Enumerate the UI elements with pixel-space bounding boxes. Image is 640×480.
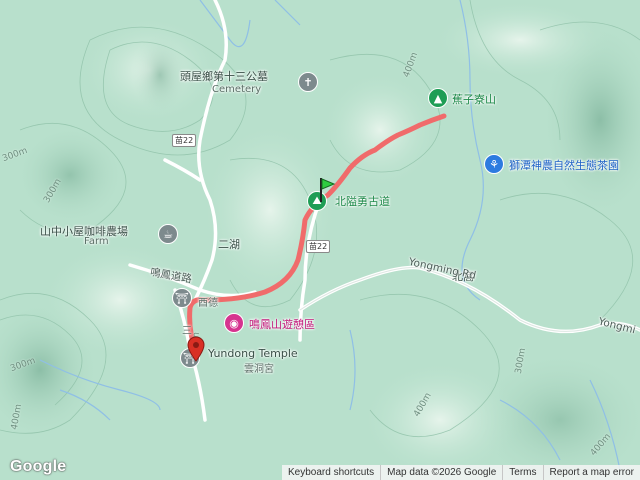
map-data-label: Map data ©2026 Google [380, 465, 502, 480]
cafe-sublabel: Farm [84, 236, 109, 247]
farm-icon[interactable]: ⚘ [484, 154, 504, 174]
temple-mark-label: 三 [182, 326, 192, 337]
temple-icon[interactable]: ⛩ [172, 288, 192, 308]
attribution-bar: Keyboard shortcuts Map data ©2026 Google… [281, 465, 640, 480]
cemetery-icon[interactable]: ✝ [298, 72, 318, 92]
trail-label[interactable]: 北隘勇古道 [335, 193, 390, 209]
google-logo[interactable]: Google [10, 458, 66, 476]
erhu-label: 二湖 [218, 238, 240, 251]
cemetery-sublabel: Cemetery [212, 84, 262, 95]
route-shield: 苗22 [306, 240, 331, 253]
yundong-temple-label[interactable]: Yundong Temple [208, 347, 298, 360]
mountain-icon[interactable]: ▲ [428, 88, 448, 108]
terms-link[interactable]: Terms [502, 465, 542, 480]
camera-icon[interactable]: ◉ [224, 313, 244, 333]
cemetery-label[interactable]: 頭屋鄉第十三公墓 [180, 68, 268, 84]
route-shield: 苗22 [172, 134, 197, 147]
park-label[interactable]: 鳴鳳山遊憩區 [249, 316, 315, 332]
yundong-temple-sublabel: 雲洞宮 [244, 364, 274, 375]
map-canvas[interactable]: 400m 300m 300m 400m 300m 300m 400m 400m … [0, 0, 640, 480]
keyboard-shortcuts-link[interactable]: Keyboard shortcuts [282, 465, 380, 480]
temple-mark-label: 酉德 [198, 298, 218, 309]
report-error-link[interactable]: Report a map error [542, 465, 640, 480]
farm-label[interactable]: 獅潭神農自然生態茶園 [509, 157, 619, 173]
start-flag-icon[interactable] [316, 176, 336, 204]
peak-label[interactable]: 蕉子寮山 [452, 91, 496, 107]
end-marker-icon[interactable] [187, 336, 205, 362]
cafe-icon[interactable]: ☕ [158, 224, 178, 244]
